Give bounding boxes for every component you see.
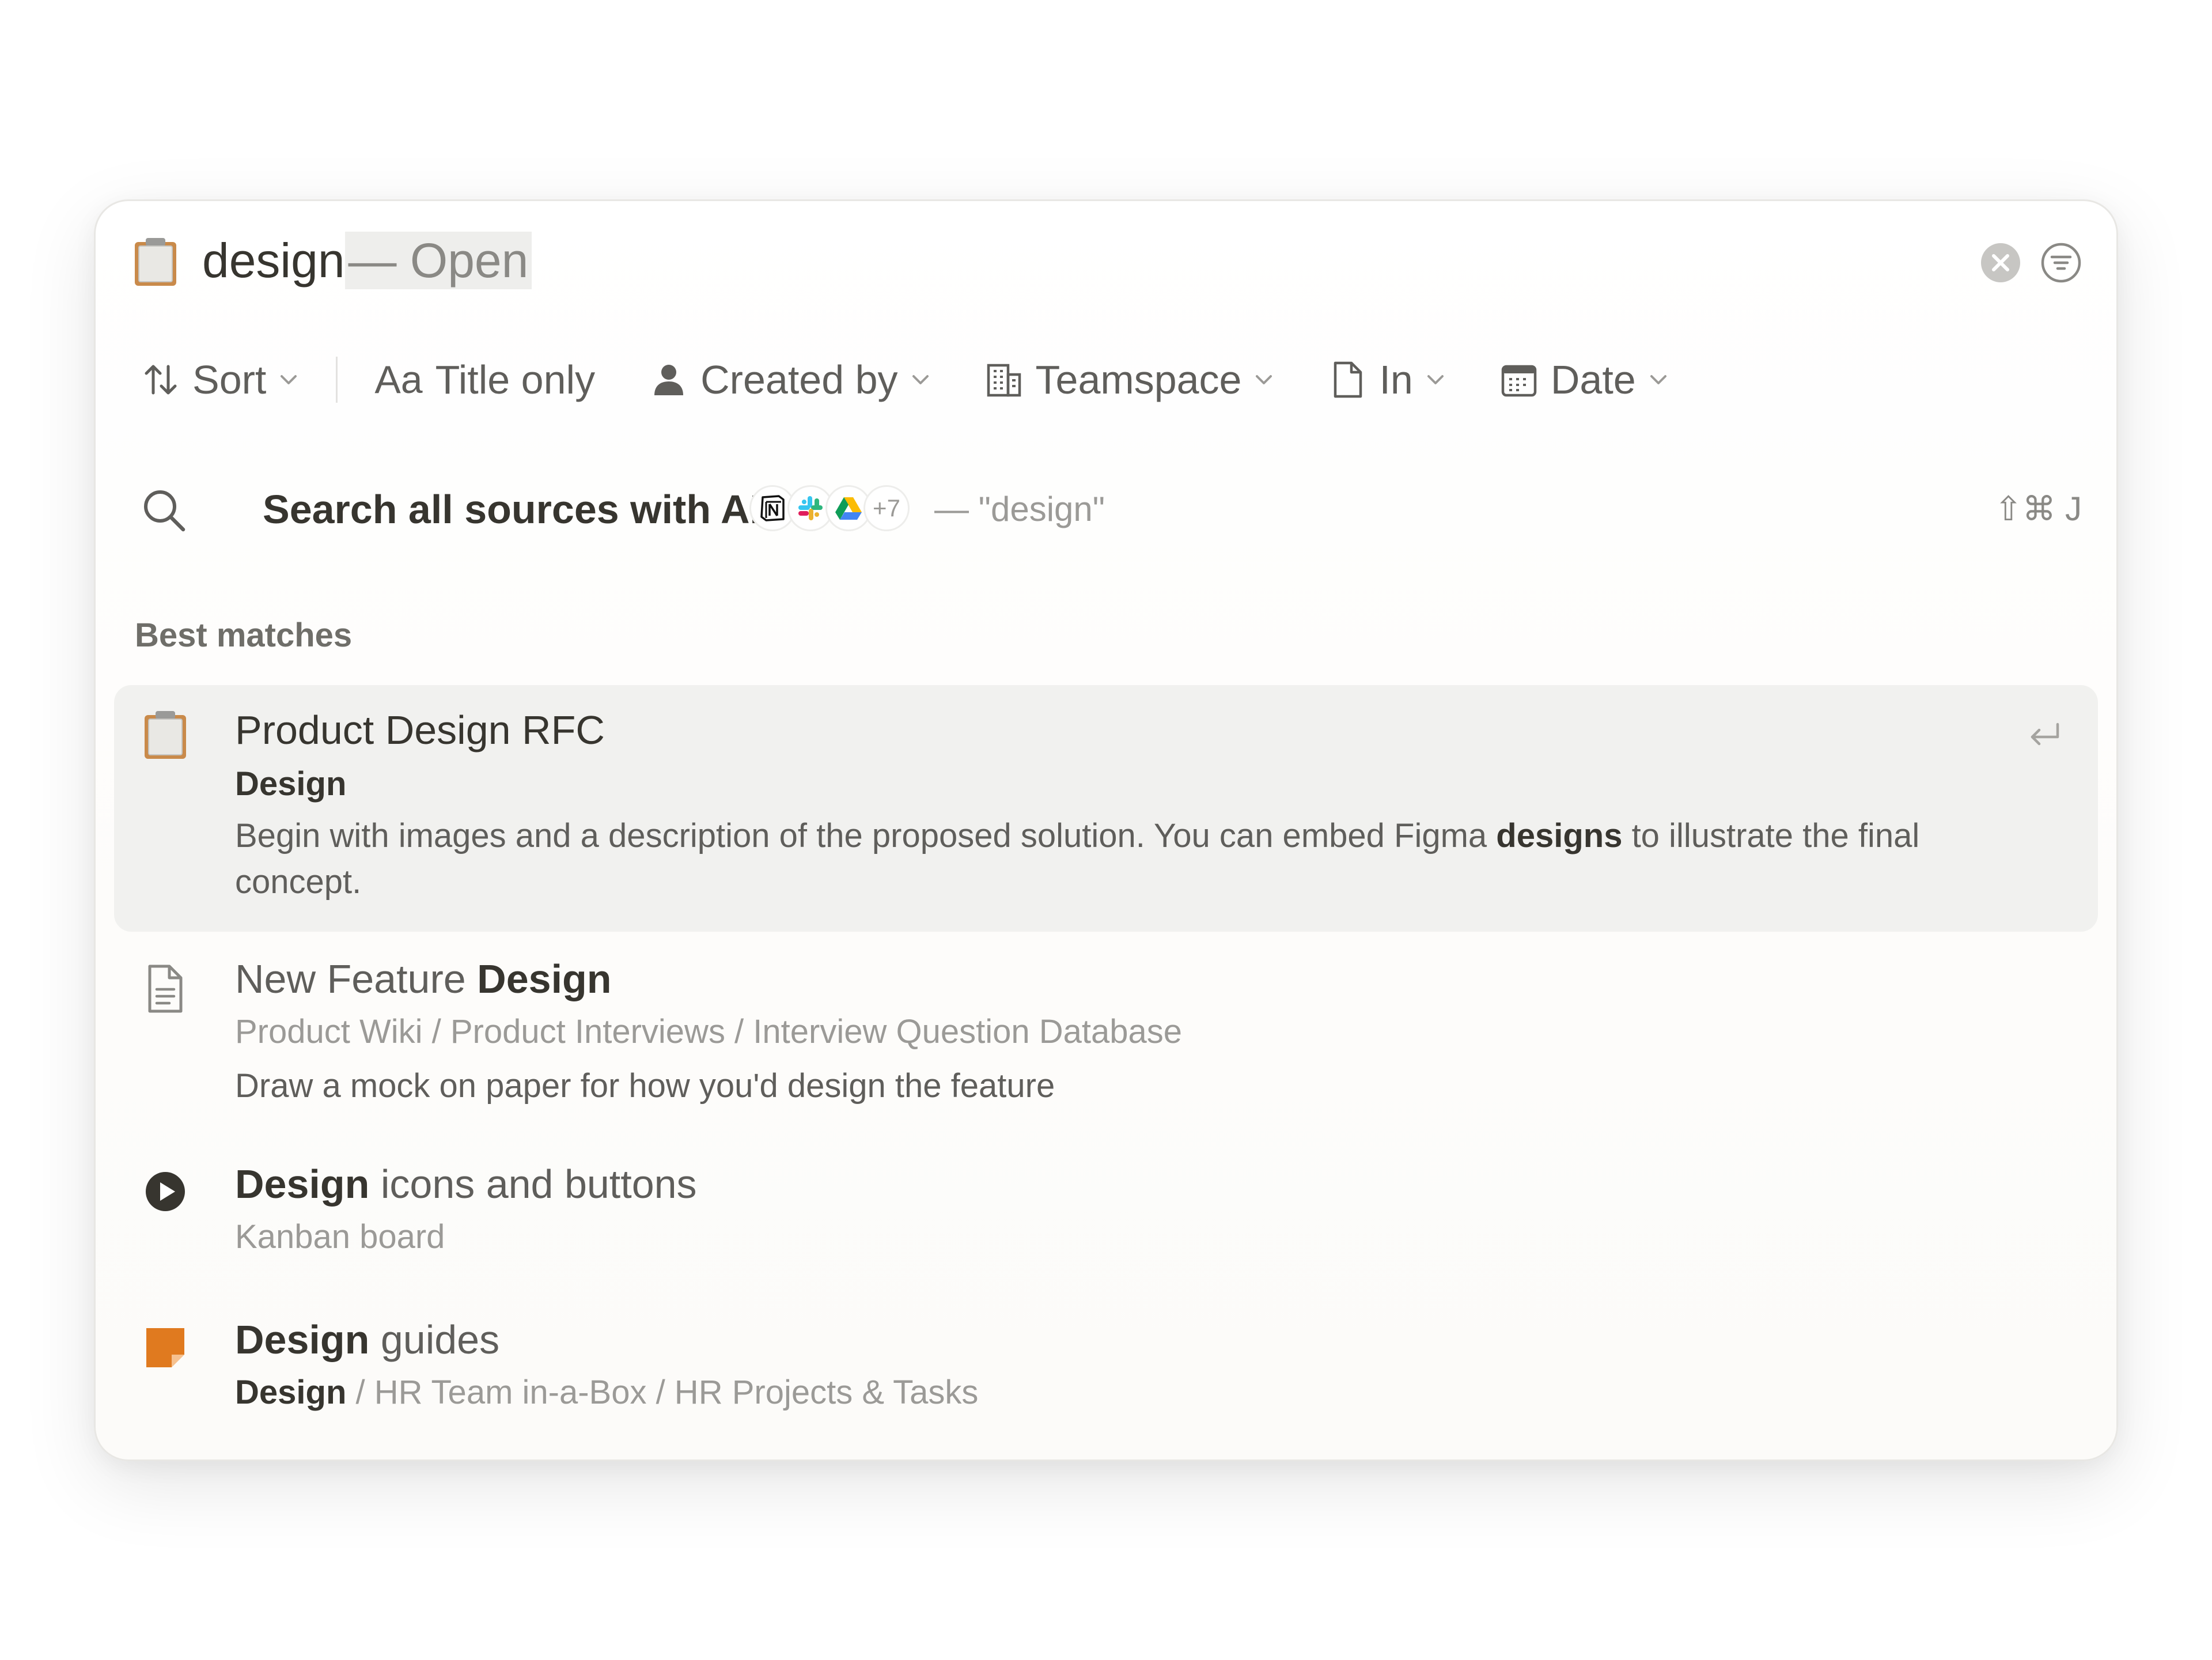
ai-query-echo: — "design" — [934, 490, 1105, 528]
clipboard-icon — [145, 711, 186, 759]
chevron-down-icon — [1256, 375, 1272, 384]
document-icon — [1334, 361, 1362, 398]
date-label: Date — [1550, 357, 1636, 402]
date-filter[interactable]: Date — [1500, 348, 1668, 411]
created-by-label: Created by — [700, 357, 898, 402]
result-path: Kanban board — [235, 1218, 445, 1256]
result-title: New Feature Design — [235, 956, 612, 1002]
result-title-highlight: Design — [235, 1317, 370, 1362]
search-dialog: design— Open Sort Aa Title only Created … — [94, 199, 2118, 1461]
ai-search-row[interactable]: Search all sources with AI +7 — "design"… — [142, 478, 2082, 541]
chevron-down-icon — [912, 375, 929, 384]
play-circle-icon — [146, 1172, 185, 1211]
result-path: Design — [235, 765, 346, 803]
search-header: design— Open — [133, 232, 2082, 289]
aa-icon: Aa — [374, 358, 423, 402]
result-title: Design guides — [235, 1317, 499, 1363]
sort-label: Sort — [192, 357, 267, 402]
orange-note-icon — [146, 1328, 184, 1367]
desc-highlight: designs — [1496, 817, 1623, 854]
result-title: Product Design RFC — [235, 707, 605, 753]
title-only-label: Title only — [435, 357, 596, 402]
result-title-highlight: Design — [235, 1162, 370, 1207]
result-item[interactable]: New Feature Design Product Wiki / Produc… — [114, 944, 2098, 1140]
search-input[interactable]: design— Open — [202, 232, 532, 289]
page-icon — [148, 965, 183, 1013]
result-path-text: / HR Team in-a-Box / HR Projects & Tasks — [346, 1374, 979, 1411]
filter-lines-icon[interactable] — [2040, 242, 2082, 283]
search-icon — [144, 490, 185, 532]
in-filter[interactable]: In — [1328, 348, 1445, 411]
ai-search-label: Search all sources with AI — [263, 487, 761, 532]
result-title: Design icons and buttons — [235, 1161, 697, 1207]
result-path-bold: Design — [235, 1374, 347, 1411]
more-sources-badge: +7 — [863, 485, 910, 531]
result-title-text: New Feature — [235, 956, 478, 1001]
enter-icon — [2031, 723, 2059, 746]
title-only-filter[interactable]: Aa Title only — [374, 348, 595, 411]
result-description: Begin with images and a description of t… — [235, 813, 1965, 905]
filter-divider — [336, 357, 338, 403]
chevron-down-icon — [281, 375, 297, 384]
result-title-highlight: Design — [477, 956, 612, 1001]
result-path-bold: Design — [235, 765, 347, 803]
filter-bar: Sort Aa Title only Created by Teamspace — [142, 348, 2082, 411]
result-item[interactable]: Design guides Design / HR Team in-a-Box … — [114, 1313, 2098, 1451]
desc-text: Begin with images and a description of t… — [235, 817, 1497, 854]
search-query: design — [202, 233, 345, 288]
result-description: Draw a mock on paper for how you'd desig… — [235, 1067, 1055, 1105]
result-title-text: Product Design RFC — [235, 708, 605, 753]
clipboard-icon — [135, 238, 176, 286]
section-title: Best matches — [135, 617, 353, 654]
result-item[interactable]: Design icons and buttons Kanban board — [114, 1158, 2098, 1296]
person-icon — [654, 365, 684, 395]
in-label: In — [1379, 357, 1413, 402]
sort-filter[interactable]: Sort — [142, 348, 298, 411]
teamspace-label: Teamspace — [1035, 357, 1242, 402]
calendar-icon — [1501, 365, 1537, 397]
created-by-filter[interactable]: Created by — [650, 348, 930, 411]
result-path: Design / HR Team in-a-Box / HR Projects … — [235, 1373, 978, 1412]
result-item[interactable]: Product Design RFC Design Begin with ima… — [114, 685, 2098, 932]
clear-icon[interactable] — [1980, 242, 2021, 283]
open-hint: — Open — [344, 232, 532, 289]
chevron-down-icon — [1427, 375, 1444, 384]
result-path: Product Wiki / Product Interviews / Inte… — [235, 1013, 1183, 1050]
building-icon — [987, 364, 1021, 397]
result-title-text: guides — [369, 1317, 500, 1362]
keyboard-shortcut: ⇧⌘ J — [1994, 490, 2082, 528]
chevron-down-icon — [1650, 375, 1666, 384]
sort-arrows-icon — [145, 365, 177, 395]
source-icons: +7 — [749, 485, 910, 534]
more-sources-count: +7 — [873, 494, 900, 521]
result-title-text: icons and buttons — [369, 1162, 697, 1207]
teamspace-filter[interactable]: Teamspace — [985, 348, 1274, 411]
